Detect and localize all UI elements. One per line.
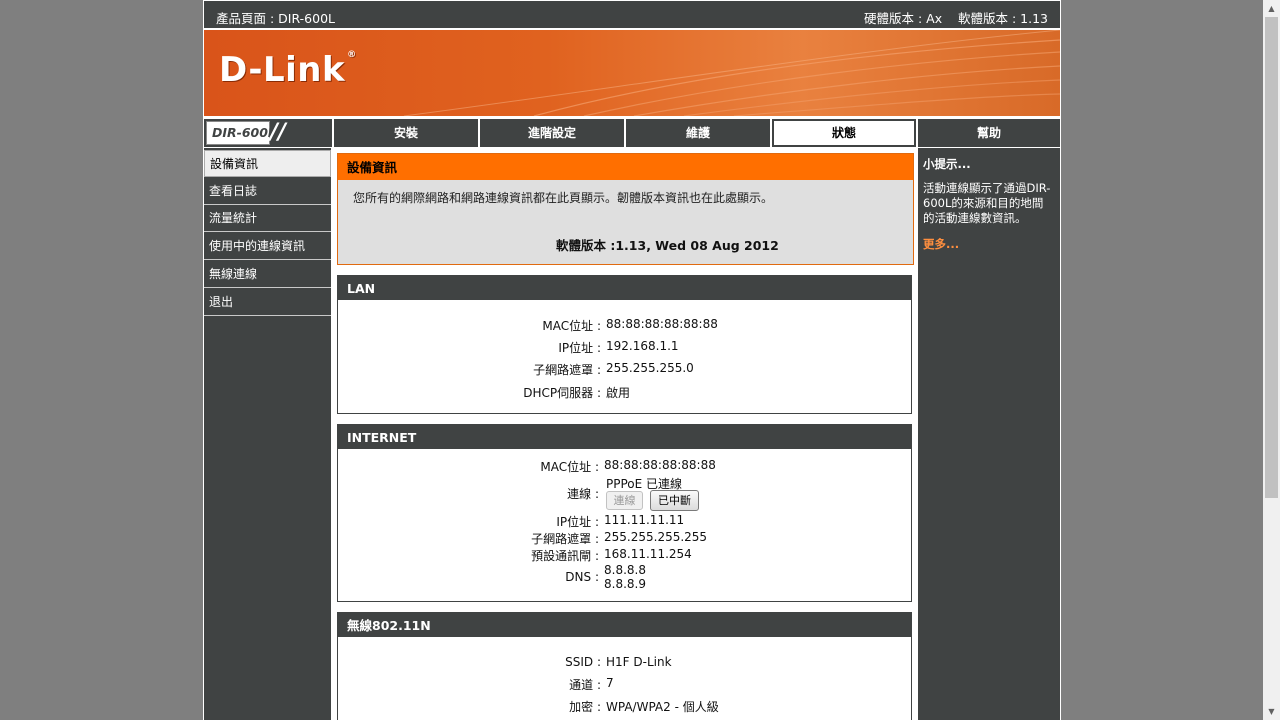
hints-title: 小提示... [923, 157, 971, 171]
wireless-channel-label: 通道 : [569, 678, 601, 692]
internet-section: INTERNET MAC位址 : 88:88:88:88:88:88 連線 : … [337, 424, 912, 602]
lan-ip-label: IP位址 : [558, 341, 601, 355]
top-info-bar: 產品頁面 : DIR-600L 硬體版本 : Ax 軟體版本 : 1.13 [204, 1, 1060, 28]
wireless-ssid-label: SSID : [565, 655, 601, 669]
tab-maintenance[interactable]: 維護 [626, 119, 770, 147]
scroll-down-arrow-icon[interactable]: ▼ [1263, 703, 1280, 720]
router-admin-page: 產品頁面 : DIR-600L 硬體版本 : Ax 軟體版本 : 1.13 D-… [203, 0, 1061, 720]
hints-more-link[interactable]: 更多... [923, 236, 959, 252]
sidebar-item-logout[interactable]: 退出 [204, 289, 331, 316]
sidebar-item-wireless[interactable]: 無線連線 [204, 261, 331, 288]
version-label: 硬體版本 : Ax 軟體版本 : 1.13 [864, 11, 1048, 26]
lan-mask-value: 255.255.255.0 [606, 361, 694, 375]
firmware-version: 軟體版本 :1.13, Wed 08 Aug 2012 [556, 235, 779, 254]
hints-body: 活動連線顯示了通過DIR-600L的來源和目的地間的活動連線數資訊。 [923, 181, 1051, 225]
firmware-label: 軟體版本 : [556, 238, 616, 253]
lan-mac-label: MAC位址 : [542, 319, 601, 333]
disconnect-button[interactable]: 已中斷 [650, 490, 699, 511]
registered-mark: ® [347, 50, 357, 60]
lan-mask-label: 子網路遮罩 : [533, 363, 601, 377]
dlink-logo: D-Link ® [219, 50, 357, 90]
dlink-banner: D-Link ® [204, 30, 1060, 116]
internet-ip-value: 111.11.11.11 [604, 513, 685, 527]
internet-gateway-label: 預設通訊閘 : [531, 549, 599, 563]
lan-dhcp-value: 啟用 [606, 386, 631, 400]
lan-dhcp-label: DHCP伺服器 : [523, 386, 601, 400]
device-info-section: 設備資訊 您所有的網際網路和網路連線資訊都在此頁顯示。韌體版本資訊也在此處顯示。… [337, 153, 914, 265]
device-info-description: 您所有的網際網路和網路連線資訊都在此頁顯示。韌體版本資訊也在此處顯示。 [353, 191, 774, 205]
logo-text: D-Link [219, 50, 346, 90]
internet-dns-label: DNS : [565, 570, 599, 584]
sidebar-item-active-sessions[interactable]: 使用中的連線資訊 [204, 233, 331, 260]
internet-ip-label: IP位址 : [556, 515, 599, 529]
tab-advanced[interactable]: 進階設定 [480, 119, 624, 147]
wireless-encryption-label: 加密 : [569, 700, 601, 714]
lan-title: LAN [338, 276, 911, 300]
model-badge: DIR-600L // [204, 119, 332, 147]
model-label: DIR-600L [212, 125, 276, 140]
wireless-channel-value: 7 [606, 676, 614, 690]
sidebar-item-logs[interactable]: 查看日誌 [204, 178, 331, 205]
hints-panel: 小提示... 活動連線顯示了通過DIR-600L的來源和目的地間的活動連線數資訊… [918, 148, 1060, 720]
tab-help[interactable]: 幫助 [918, 119, 1060, 147]
internet-title: INTERNET [338, 425, 911, 449]
tab-setup[interactable]: 安裝 [334, 119, 478, 147]
internet-connection-label: 連線 : [567, 487, 599, 501]
connect-button[interactable]: 連線 [606, 491, 643, 510]
internet-dns2-value: 8.8.8.9 [604, 577, 646, 591]
wireless-section: 無線802.11N SSID : H1F D-Link 通道 : 7 加密 : … [337, 612, 912, 720]
lan-ip-value: 192.168.1.1 [606, 339, 679, 353]
wireless-ssid-value: H1F D-Link [606, 655, 672, 669]
page-scrollbar[interactable]: ▲ ▼ [1263, 0, 1280, 720]
wireless-encryption-value: WPA/WPA2 - 個人級 [606, 700, 719, 714]
sidebar: 設備資訊 查看日誌 流量統計 使用中的連線資訊 無線連線 退出 [204, 148, 331, 720]
wireless-title: 無線802.11N [338, 613, 911, 637]
lan-section: LAN MAC位址 : 88:88:88:88:88:88 IP位址 : 192… [337, 275, 912, 414]
internet-mac-label: MAC位址 : [540, 460, 599, 474]
scrollbar-thumb[interactable] [1265, 17, 1278, 498]
lan-mac-value: 88:88:88:88:88:88 [606, 317, 718, 331]
sidebar-item-statistics[interactable]: 流量統計 [204, 205, 331, 232]
tab-status[interactable]: 狀態 [772, 119, 916, 147]
main-navigation: DIR-600L // 安裝 進階設定 維護 狀態 幫助 [204, 119, 1060, 147]
model-slash-decoration: // [270, 120, 287, 145]
internet-mac-value: 88:88:88:88:88:88 [604, 458, 716, 472]
sidebar-item-device-info[interactable]: 設備資訊 [204, 150, 331, 177]
internet-mask-value: 255.255.255.255 [604, 530, 708, 544]
product-page-label: 產品頁面 : DIR-600L [216, 11, 335, 26]
internet-dns1-value: 8.8.8.8 [604, 563, 646, 577]
firmware-value: 1.13, Wed 08 Aug 2012 [615, 238, 779, 253]
scroll-up-arrow-icon[interactable]: ▲ [1263, 0, 1280, 17]
device-info-title: 設備資訊 [338, 154, 913, 180]
internet-gateway-value: 168.11.11.254 [604, 547, 692, 561]
internet-mask-label: 子網路遮罩 : [531, 532, 599, 546]
